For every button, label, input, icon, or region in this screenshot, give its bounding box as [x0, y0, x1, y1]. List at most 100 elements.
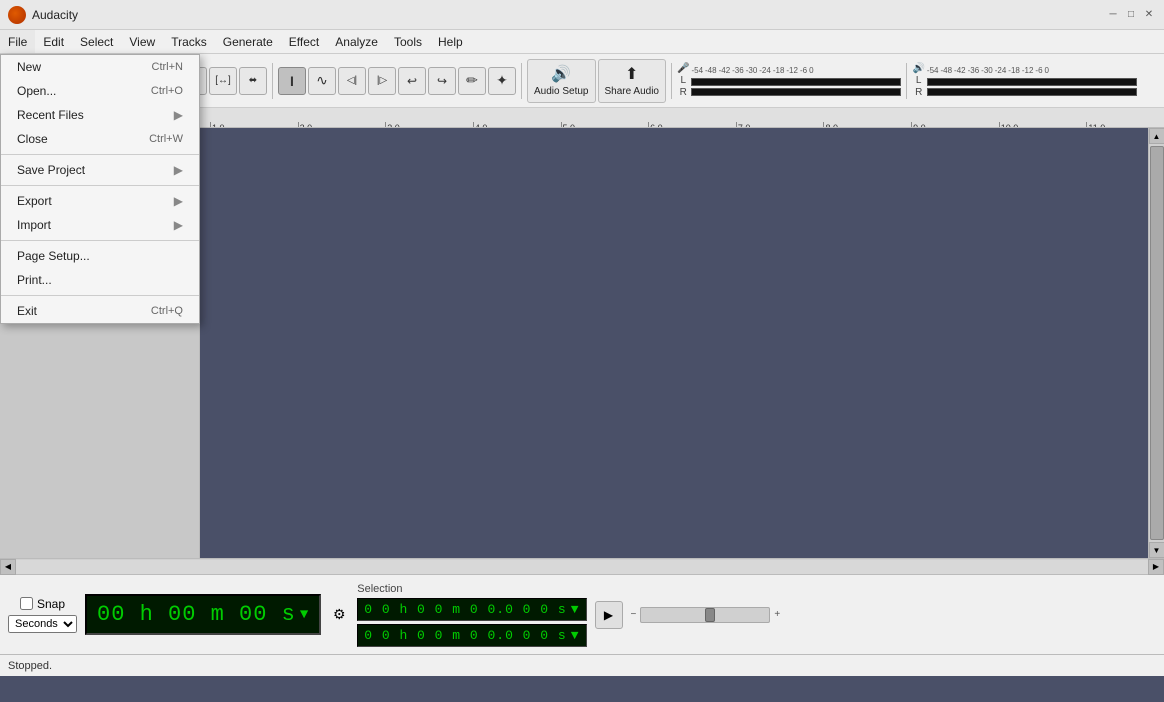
recent-files-arrow: ▶ [174, 108, 183, 122]
scroll-up-button[interactable]: ▲ [1149, 128, 1164, 144]
menu-tools[interactable]: Tools [386, 30, 430, 53]
menu-generate[interactable]: Generate [215, 30, 281, 53]
menu-item-save-project[interactable]: Save Project ▶ [1, 158, 199, 182]
close-button[interactable]: ✕ [1142, 8, 1156, 22]
vu-scale-playback: -54-48-42-36-30-24-18-12-60 [927, 66, 1137, 75]
page-setup-label: Page Setup... [17, 249, 90, 263]
timeline-content [200, 128, 1148, 558]
menu-item-print[interactable]: Print... [1, 268, 199, 292]
ruler-tick-6.0: 6.0 [648, 122, 649, 128]
envelope-tool-button[interactable]: ∿ [308, 67, 336, 95]
menu-item-import[interactable]: Import ▶ [1, 213, 199, 237]
share-icon: ⬆ [625, 64, 638, 84]
ruler-label-7.0: 7.0 [738, 123, 751, 128]
app-title: Audacity [32, 8, 1106, 22]
ruler-tick-11.0: 11.0 [1086, 122, 1087, 128]
zoom-slider[interactable] [640, 607, 770, 623]
menu-help[interactable]: Help [430, 30, 471, 53]
save-project-label: Save Project [17, 163, 85, 177]
zoom-fit-button[interactable]: ⬌ [239, 67, 267, 95]
ruler-tick-10.0: 10.0 [999, 122, 1000, 128]
open-label: Open... [17, 84, 56, 98]
close-shortcut: Ctrl+W [149, 133, 183, 145]
share-audio-button[interactable]: ⬆ Share Audio [598, 59, 667, 103]
hscroll-track[interactable] [16, 560, 1148, 574]
separator-a [1, 154, 199, 155]
audio-setup-button[interactable]: 🔊 Audio Setup [527, 59, 596, 103]
horizontal-scrollbar[interactable]: ◀ ▶ [0, 558, 1164, 574]
menu-tracks[interactable]: Tracks [163, 30, 215, 53]
export-label: Export [17, 194, 52, 208]
time-display: 00 h 00 m 00 s ▼ [85, 594, 321, 635]
separator-4 [671, 63, 672, 99]
zoom-thumb [705, 608, 715, 622]
vertical-scrollbar[interactable]: ▲ ▼ [1148, 128, 1164, 558]
separator-d [1, 295, 199, 296]
zoom-fit-sel-button[interactable]: [↔] [209, 67, 237, 95]
separator-3 [521, 63, 522, 99]
multi-tool-button[interactable]: ✦ [488, 67, 516, 95]
menu-effect[interactable]: Effect [281, 30, 327, 53]
time-dropdown-arrow[interactable]: ▼ [300, 607, 309, 623]
menu-item-page-setup[interactable]: Page Setup... [1, 244, 199, 268]
minimize-button[interactable]: ─ [1106, 8, 1120, 22]
vu-bar-record-r [691, 88, 901, 96]
unit-select[interactable]: Seconds [8, 615, 77, 633]
menu-item-new[interactable]: New Ctrl+N [1, 55, 199, 79]
playback-meter: 🔊 L R -54-48-42-36-30-24-18-12-60 [912, 63, 1136, 98]
redo-button[interactable]: ↪ [428, 67, 456, 95]
undo-button[interactable]: ↩ [398, 67, 426, 95]
menu-item-export[interactable]: Export ▶ [1, 189, 199, 213]
scroll-left-button[interactable]: ◀ [0, 559, 16, 575]
ruler-label-9.0: 9.0 [913, 123, 926, 128]
ruler-label-1.0: 1.0 [212, 123, 225, 128]
ruler-tick-1.0: 1.0 [210, 122, 211, 128]
app-icon [8, 6, 26, 24]
trim-left-button[interactable]: ◁| [338, 67, 366, 95]
menu-analyze[interactable]: Analyze [327, 30, 386, 53]
vu-bar-playback-r [927, 88, 1137, 96]
sel-end-arrow[interactable]: ▼ [571, 628, 580, 643]
menu-edit[interactable]: Edit [35, 30, 72, 53]
ruler-label-5.0: 5.0 [563, 123, 576, 128]
selection-label: Selection [357, 583, 586, 595]
sel-start-arrow[interactable]: ▼ [571, 602, 580, 617]
trim-right-button[interactable]: |▷ [368, 67, 396, 95]
vu-bar-playback-l [927, 78, 1137, 86]
selection-start-display: 0 0 h 0 0 m 0 0.0 0 0 s ▼ [357, 598, 586, 621]
snap-checkbox[interactable] [20, 597, 33, 610]
edit-tools-group: I ∿ ◁| |▷ ↩ ↪ ✏ ✦ [278, 54, 516, 107]
maximize-button[interactable]: □ [1124, 8, 1138, 22]
menu-view[interactable]: View [121, 30, 163, 53]
menu-item-open[interactable]: Open... Ctrl+O [1, 79, 199, 103]
menu-select[interactable]: Select [72, 30, 121, 53]
settings-gear-button[interactable]: ⚙ [329, 605, 349, 625]
menu-item-exit[interactable]: Exit Ctrl+Q [1, 299, 199, 323]
scroll-right-button[interactable]: ▶ [1148, 559, 1164, 575]
menu-item-close[interactable]: Close Ctrl+W [1, 127, 199, 151]
vu-bar-record-l [691, 78, 901, 86]
ruler-label-8.0: 8.0 [825, 123, 838, 128]
menu-file[interactable]: File [0, 30, 35, 53]
exit-shortcut: Ctrl+Q [151, 305, 183, 317]
selection-end-display: 0 0 h 0 0 m 0 0.0 0 0 s ▼ [357, 624, 586, 647]
vu-scale-record: -54-48-42-36-30-24-18-12-60 [691, 66, 901, 75]
scroll-thumb[interactable] [1150, 146, 1164, 540]
time-value: 00 h 00 m 00 s [97, 602, 296, 627]
play-at-selection-button[interactable]: ▶ [595, 601, 623, 629]
ruler-label-4.0: 4.0 [475, 123, 488, 128]
recent-files-label: Recent Files [17, 108, 84, 122]
close-label: Close [17, 132, 48, 146]
ruler-label-11.0: 11.0 [1088, 123, 1105, 128]
ruler-tick-9.0: 9.0 [911, 122, 912, 128]
ruler-tick-4.0: 4.0 [473, 122, 474, 128]
draw-tool-button[interactable]: ✏ [458, 67, 486, 95]
menu-item-recent-files[interactable]: Recent Files ▶ [1, 103, 199, 127]
snap-area: Snap Seconds [8, 597, 77, 633]
scroll-down-button[interactable]: ▼ [1149, 542, 1164, 558]
ruler-label-2.0: 2.0 [300, 123, 313, 128]
selection-tool-button[interactable]: I [278, 67, 306, 95]
statusbar: Snap Seconds 00 h 00 m 00 s ▼ ⚙ Selectio… [0, 574, 1164, 654]
import-arrow: ▶ [174, 218, 183, 232]
ruler-tick-3.0: 3.0 [385, 122, 386, 128]
